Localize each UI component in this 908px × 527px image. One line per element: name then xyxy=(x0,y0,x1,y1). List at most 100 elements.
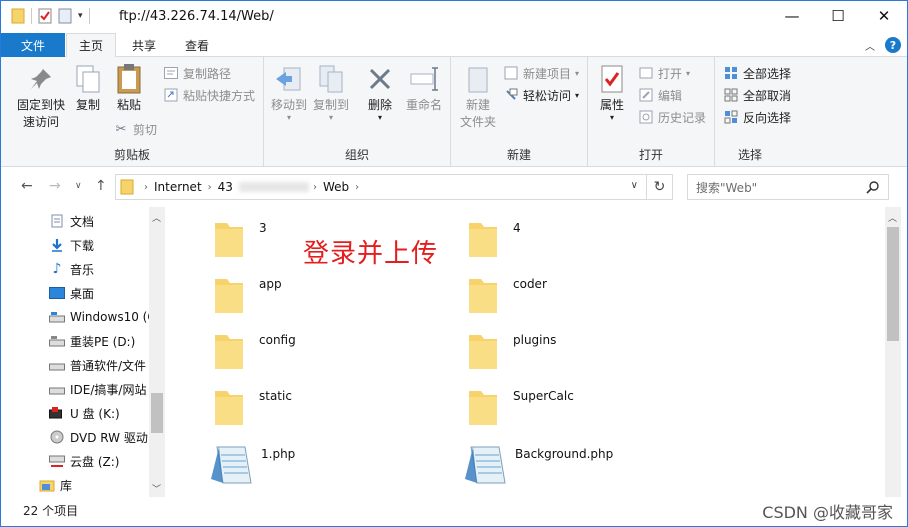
new-item-label: 新建项目 xyxy=(523,66,572,81)
usb-drive-icon xyxy=(49,407,62,419)
file-name: static xyxy=(259,389,292,403)
ribbon: 固定到快 速访问 复制 粘贴 复制路径 粘贴快捷方式 ✂ 剪切 剪贴板 移动到 … xyxy=(1,57,907,167)
folder-icon xyxy=(469,279,497,313)
recent-locations-icon[interactable]: ∨ xyxy=(75,181,82,191)
tab-view[interactable]: 查看 xyxy=(171,33,223,57)
properties-check-icon[interactable] xyxy=(38,8,52,24)
new-folder-icon[interactable] xyxy=(58,8,72,24)
maximize-button[interactable]: ☐ xyxy=(815,1,861,31)
file-item-folder-static[interactable]: static xyxy=(213,387,292,427)
file-item-folder-supercalc[interactable]: SuperCalc xyxy=(467,387,574,427)
tab-file[interactable]: 文件 xyxy=(1,33,65,57)
collapse-ribbon-icon[interactable]: ︿ xyxy=(865,38,875,53)
file-item-folder-4[interactable]: 4 xyxy=(467,219,521,259)
delete-button[interactable]: 删除 ▾ xyxy=(362,63,398,122)
close-button[interactable]: ✕ xyxy=(861,1,907,31)
text-file-icon xyxy=(465,446,506,484)
move-to-button[interactable]: 移动到 ▾ xyxy=(270,63,308,122)
scroll-up-icon[interactable]: ︿ xyxy=(888,211,897,224)
toolbar-separator xyxy=(31,8,32,24)
nav-item-label: DVD RW 驱动 xyxy=(70,430,148,445)
history-button[interactable]: 历史记录 xyxy=(638,107,706,127)
paste-button[interactable]: 粘贴 xyxy=(109,63,149,114)
nav-item-music[interactable]: ♪ 音乐 xyxy=(49,257,94,281)
file-item-folder-3[interactable]: 3 xyxy=(213,219,267,259)
title-bar: ▾ ftp://43.226.74.14/Web/ — ☐ ✕ xyxy=(1,1,907,33)
select-all-button[interactable]: 全部选择 xyxy=(723,63,791,83)
drive-icon xyxy=(49,363,65,371)
breadcrumb-separator-icon: › xyxy=(144,181,148,193)
file-name: 1.php xyxy=(261,447,296,461)
folder-icon xyxy=(469,223,497,257)
document-icon xyxy=(51,214,63,228)
up-arrow-icon[interactable]: ↑ xyxy=(95,178,107,194)
file-item-folder-config[interactable]: config xyxy=(213,331,296,371)
easy-access-button[interactable]: 轻松访问 ▾ xyxy=(503,85,579,105)
explorer-window: ▾ ftp://43.226.74.14/Web/ — ☐ ✕ 文件 主页 共享… xyxy=(0,0,908,527)
nav-item-desktop[interactable]: 桌面 xyxy=(49,281,94,305)
scrollbar-thumb[interactable] xyxy=(887,227,899,341)
breadcrumb-internet[interactable]: Internet xyxy=(154,180,202,194)
scroll-down-icon[interactable]: ﹀ xyxy=(152,482,161,495)
back-arrow-icon[interactable]: ← xyxy=(21,178,33,194)
new-folder-button[interactable]: 新建 文件夹 xyxy=(455,63,501,131)
breadcrumb-web[interactable]: Web xyxy=(323,180,349,194)
chevron-down-icon: ▾ xyxy=(328,113,333,122)
nav-item-usb-drive[interactable]: U 盘 (K:) xyxy=(49,401,120,425)
pin-quick-access-button[interactable]: 固定到快 速访问 xyxy=(11,63,71,131)
search-input[interactable]: 搜索"Web" xyxy=(687,174,889,200)
customize-toolbar-icon[interactable]: ▾ xyxy=(78,11,83,21)
nav-item-downloads[interactable]: 下载 xyxy=(49,233,94,257)
open-icon xyxy=(639,67,653,79)
select-none-button[interactable]: 全部取消 xyxy=(723,85,791,105)
chevron-down-icon: ▾ xyxy=(286,113,291,122)
copy-button[interactable]: 复制 xyxy=(69,63,107,114)
content-scrollbar[interactable]: ︿ xyxy=(885,207,901,497)
rename-button[interactable]: 重命名 xyxy=(402,63,446,114)
refresh-button[interactable]: ↻ xyxy=(647,174,673,200)
nav-item-dvd[interactable]: DVD RW 驱动 xyxy=(49,425,148,449)
window-title: ftp://43.226.74.14/Web/ xyxy=(119,9,274,24)
text-file-icon xyxy=(211,446,252,484)
cut-button[interactable]: ✂ 剪切 xyxy=(113,119,157,139)
nav-item-libraries[interactable]: 库 xyxy=(39,473,72,497)
edit-button[interactable]: 编辑 xyxy=(638,85,682,105)
properties-button[interactable]: 属性 ▾ xyxy=(594,63,630,122)
open-button[interactable]: 打开 ▾ xyxy=(638,63,690,83)
scrollbar-thumb[interactable] xyxy=(151,393,163,433)
tab-home[interactable]: 主页 xyxy=(66,33,116,58)
file-item-folder-app[interactable]: app xyxy=(213,275,282,315)
open-label: 打开 xyxy=(658,66,683,81)
organize-group-label: 组织 xyxy=(344,148,369,162)
help-icon[interactable]: ? xyxy=(885,37,901,53)
forward-arrow-icon[interactable]: → xyxy=(49,178,61,194)
nav-item-label: U 盘 (K:) xyxy=(70,406,120,421)
file-item-background-php[interactable]: Background.php xyxy=(463,443,613,487)
file-item-1-php[interactable]: 1.php xyxy=(209,443,295,487)
nav-item-drive-software[interactable]: 普通软件/文件 xyxy=(49,353,146,377)
invert-selection-button[interactable]: 反向选择 xyxy=(723,107,791,127)
properties-label: 属性 xyxy=(599,98,624,112)
nav-item-label: 文档 xyxy=(70,214,95,229)
tab-share[interactable]: 共享 xyxy=(118,33,170,57)
nav-item-drive-c[interactable]: Windows10 (C xyxy=(49,305,156,329)
copy-path-button[interactable]: 复制路径 xyxy=(163,63,231,83)
file-name: SuperCalc xyxy=(513,389,574,403)
file-item-folder-coder[interactable]: coder xyxy=(467,275,547,315)
nav-item-drive-d[interactable]: 重装PE (D:) xyxy=(49,329,135,353)
scroll-up-icon[interactable]: ︿ xyxy=(152,211,161,224)
nav-pane-scrollbar[interactable]: ︿ ﹀ xyxy=(149,207,165,497)
minimize-button[interactable]: — xyxy=(769,1,815,31)
copy-to-button[interactable]: 复制到 ▾ xyxy=(312,63,350,122)
paste-shortcut-button[interactable]: 粘贴快捷方式 xyxy=(163,85,255,105)
breadcrumb-host[interactable]: 43 xyxy=(218,180,233,194)
nav-item-cloud-drive[interactable]: 云盘 (Z:) xyxy=(49,449,119,473)
breadcrumb-separator-icon: › xyxy=(312,181,317,193)
cut-label: 剪切 xyxy=(133,122,158,137)
file-item-folder-plugins[interactable]: plugins xyxy=(467,331,556,371)
chevron-down-icon[interactable]: ∨ xyxy=(631,180,638,191)
nav-item-documents[interactable]: 文档 xyxy=(49,209,94,233)
nav-item-drive-ide[interactable]: IDE/搞事/网站 xyxy=(49,377,146,401)
new-item-button[interactable]: 新建项目 ▾ xyxy=(503,63,579,83)
address-bar[interactable]: › Internet › 43 › Web › ∨ xyxy=(115,174,647,200)
